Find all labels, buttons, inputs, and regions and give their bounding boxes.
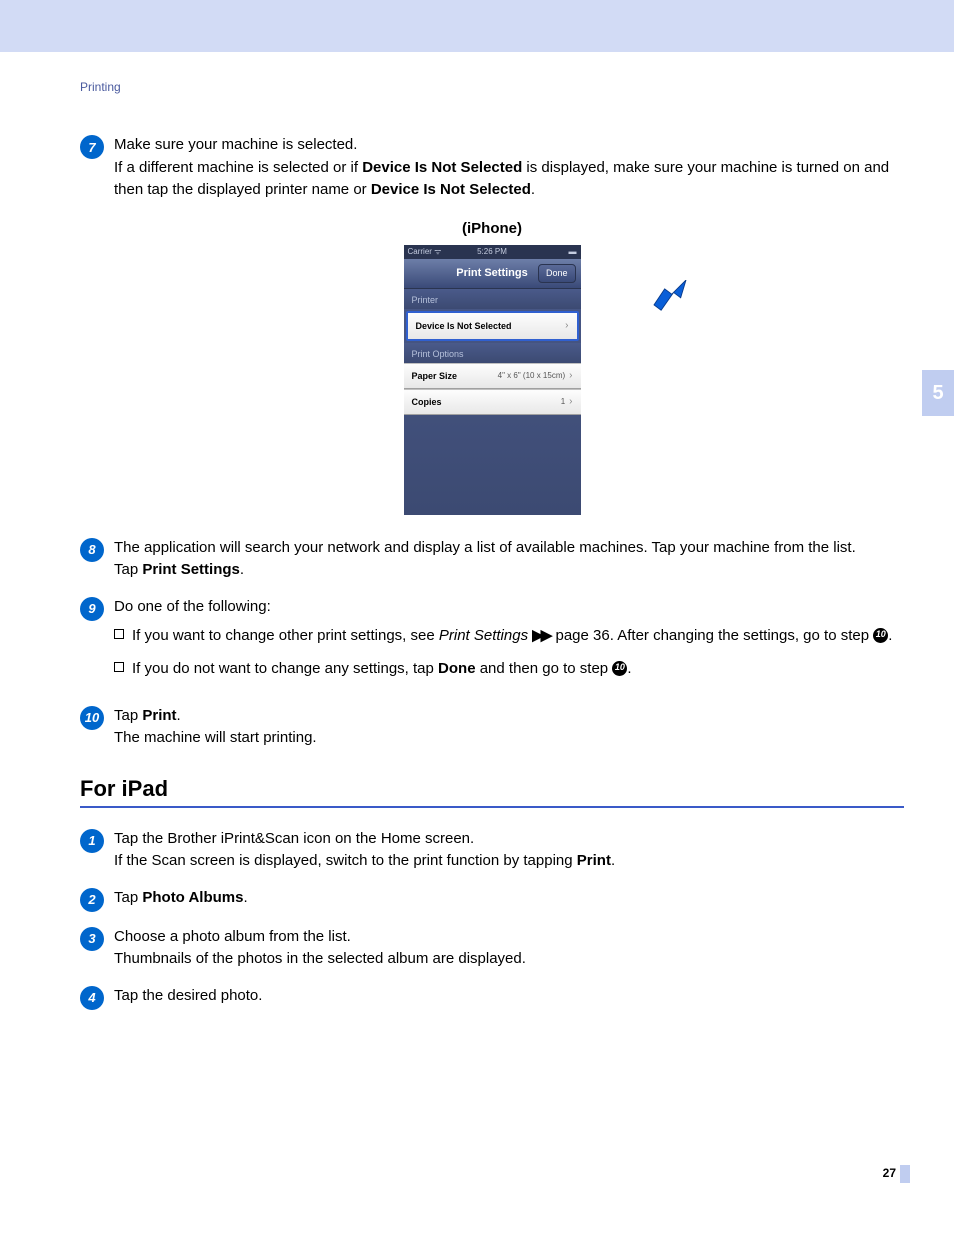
printer-row-highlight: Device Is Not Selected › <box>406 311 579 341</box>
top-banner <box>0 0 954 52</box>
text: . <box>177 707 181 724</box>
options-section-header: Print Options <box>404 343 581 363</box>
printer-label: Device Is Not Selected <box>416 321 512 331</box>
text: and then go to step <box>476 660 613 677</box>
text: Choose a photo album from the list. <box>114 928 351 945</box>
text: . <box>888 627 892 644</box>
step-number-badge: 1 <box>80 829 104 853</box>
step-body: Choose a photo album from the list. Thum… <box>114 926 904 971</box>
step-number-badge: 4 <box>80 986 104 1010</box>
chevron-right-icon: › <box>569 396 572 407</box>
text: Do one of the following: <box>114 596 904 619</box>
printer-row[interactable]: Device Is Not Selected › <box>408 313 577 339</box>
nav-bar: Print Settings Done <box>404 259 581 289</box>
carrier-label: Carrier ᯤ <box>408 246 442 257</box>
step-number-badge: 3 <box>80 927 104 951</box>
text: Photo Albums <box>142 889 243 906</box>
step-7: 7 Make sure your machine is selected. If… <box>80 134 904 202</box>
text: If you want to change other print settin… <box>132 627 439 644</box>
nav-title: Print Settings <box>456 267 528 279</box>
text: Device Is Not Selected <box>371 181 531 198</box>
text: Tap the Brother iPrint&Scan icon on the … <box>114 830 474 847</box>
step-number-badge: 7 <box>80 135 104 159</box>
double-chevron-icon: ▶▶ <box>532 624 549 647</box>
text: Device Is Not Selected <box>362 159 522 176</box>
text: Tap <box>114 561 142 578</box>
text: Print <box>577 852 611 869</box>
time-label: 5:26 PM <box>477 247 507 256</box>
text: The machine will start printing. <box>114 729 317 746</box>
text: Tap <box>114 889 142 906</box>
screenshot-wrapper: Carrier ᯤ 5:26 PM ▬ Print Settings Done … <box>80 245 904 515</box>
text: page 36. After changing the settings, go… <box>551 627 873 644</box>
page-number: 27 <box>883 1166 896 1180</box>
printer-section-header: Printer <box>404 289 581 309</box>
chevron-right-icon: › <box>565 320 568 331</box>
text: Print Settings <box>439 627 528 644</box>
ipad-step-4: 4 Tap the desired photo. <box>80 985 904 1010</box>
step-body: Tap the desired photo. <box>114 985 904 1008</box>
row-value: 1 <box>561 397 565 406</box>
text: . <box>627 660 631 677</box>
step-body: Tap Photo Albums. <box>114 887 904 910</box>
step-9: 9 Do one of the following: If you want t… <box>80 596 904 691</box>
paper-size-row[interactable]: Paper Size 4" x 6" (10 x 15cm) › <box>404 363 581 389</box>
text: Tap the desired photo. <box>114 987 262 1004</box>
page-content: Printing 7 Make sure your machine is sel… <box>0 52 954 1010</box>
text: . <box>531 181 535 198</box>
text: If a different machine is selected or if <box>114 159 362 176</box>
step-body: Do one of the following: If you want to … <box>114 596 904 691</box>
row-label: Copies <box>412 397 442 407</box>
step-10: 10 Tap Print. The machine will start pri… <box>80 705 904 750</box>
text: If you do not want to change any setting… <box>132 660 438 677</box>
bullet-icon <box>114 629 124 639</box>
step-number-badge: 8 <box>80 538 104 562</box>
step-number-badge: 9 <box>80 597 104 621</box>
bullet-item: If you want to change other print settin… <box>114 624 904 647</box>
text: Done <box>438 660 476 677</box>
text: Tap <box>114 707 142 724</box>
corner-tab <box>900 1165 910 1183</box>
row-label: Paper Size <box>412 371 458 381</box>
bullet-item: If you do not want to change any setting… <box>114 657 904 680</box>
chevron-right-icon: › <box>569 370 572 381</box>
bullet-icon <box>114 662 124 672</box>
section-heading: For iPad <box>80 776 904 802</box>
step-number-badge: 2 <box>80 888 104 912</box>
text: Print Settings <box>142 561 240 578</box>
copies-row[interactable]: Copies 1 › <box>404 389 581 415</box>
step-body: Tap the Brother iPrint&Scan icon on the … <box>114 828 904 873</box>
step-8: 8 The application will search your netwo… <box>80 537 904 582</box>
section-rule <box>80 806 904 808</box>
step-body: Make sure your machine is selected. If a… <box>114 134 904 202</box>
iphone-mock: Carrier ᯤ 5:26 PM ▬ Print Settings Done … <box>404 245 581 515</box>
text: If the Scan screen is displayed, switch … <box>114 852 577 869</box>
step-body: Tap Print. The machine will start printi… <box>114 705 904 750</box>
text: . <box>240 561 244 578</box>
text: Make sure your machine is selected. <box>114 136 357 153</box>
ipad-step-3: 3 Choose a photo album from the list. Th… <box>80 926 904 971</box>
callout-arrow <box>652 280 688 316</box>
text: . <box>611 852 615 869</box>
step-number-badge: 10 <box>80 706 104 730</box>
ipad-step-2: 2 Tap Photo Albums. <box>80 887 904 912</box>
iphone-caption: (iPhone) <box>80 220 904 237</box>
done-button[interactable]: Done <box>538 264 576 283</box>
ref-number-badge: 10 <box>873 628 888 643</box>
ipad-step-1: 1 Tap the Brother iPrint&Scan icon on th… <box>80 828 904 873</box>
battery-icon: ▬ <box>569 247 577 256</box>
step-body: The application will search your network… <box>114 537 904 582</box>
row-value: 4" x 6" (10 x 15cm) <box>498 371 565 380</box>
status-bar: Carrier ᯤ 5:26 PM ▬ <box>404 245 581 259</box>
text: Thumbnails of the photos in the selected… <box>114 950 526 967</box>
text: . <box>243 889 247 906</box>
ref-number-badge: 10 <box>612 661 627 676</box>
section-header: Printing <box>80 80 904 94</box>
text: The application will search your network… <box>114 539 856 556</box>
text: Print <box>142 707 176 724</box>
